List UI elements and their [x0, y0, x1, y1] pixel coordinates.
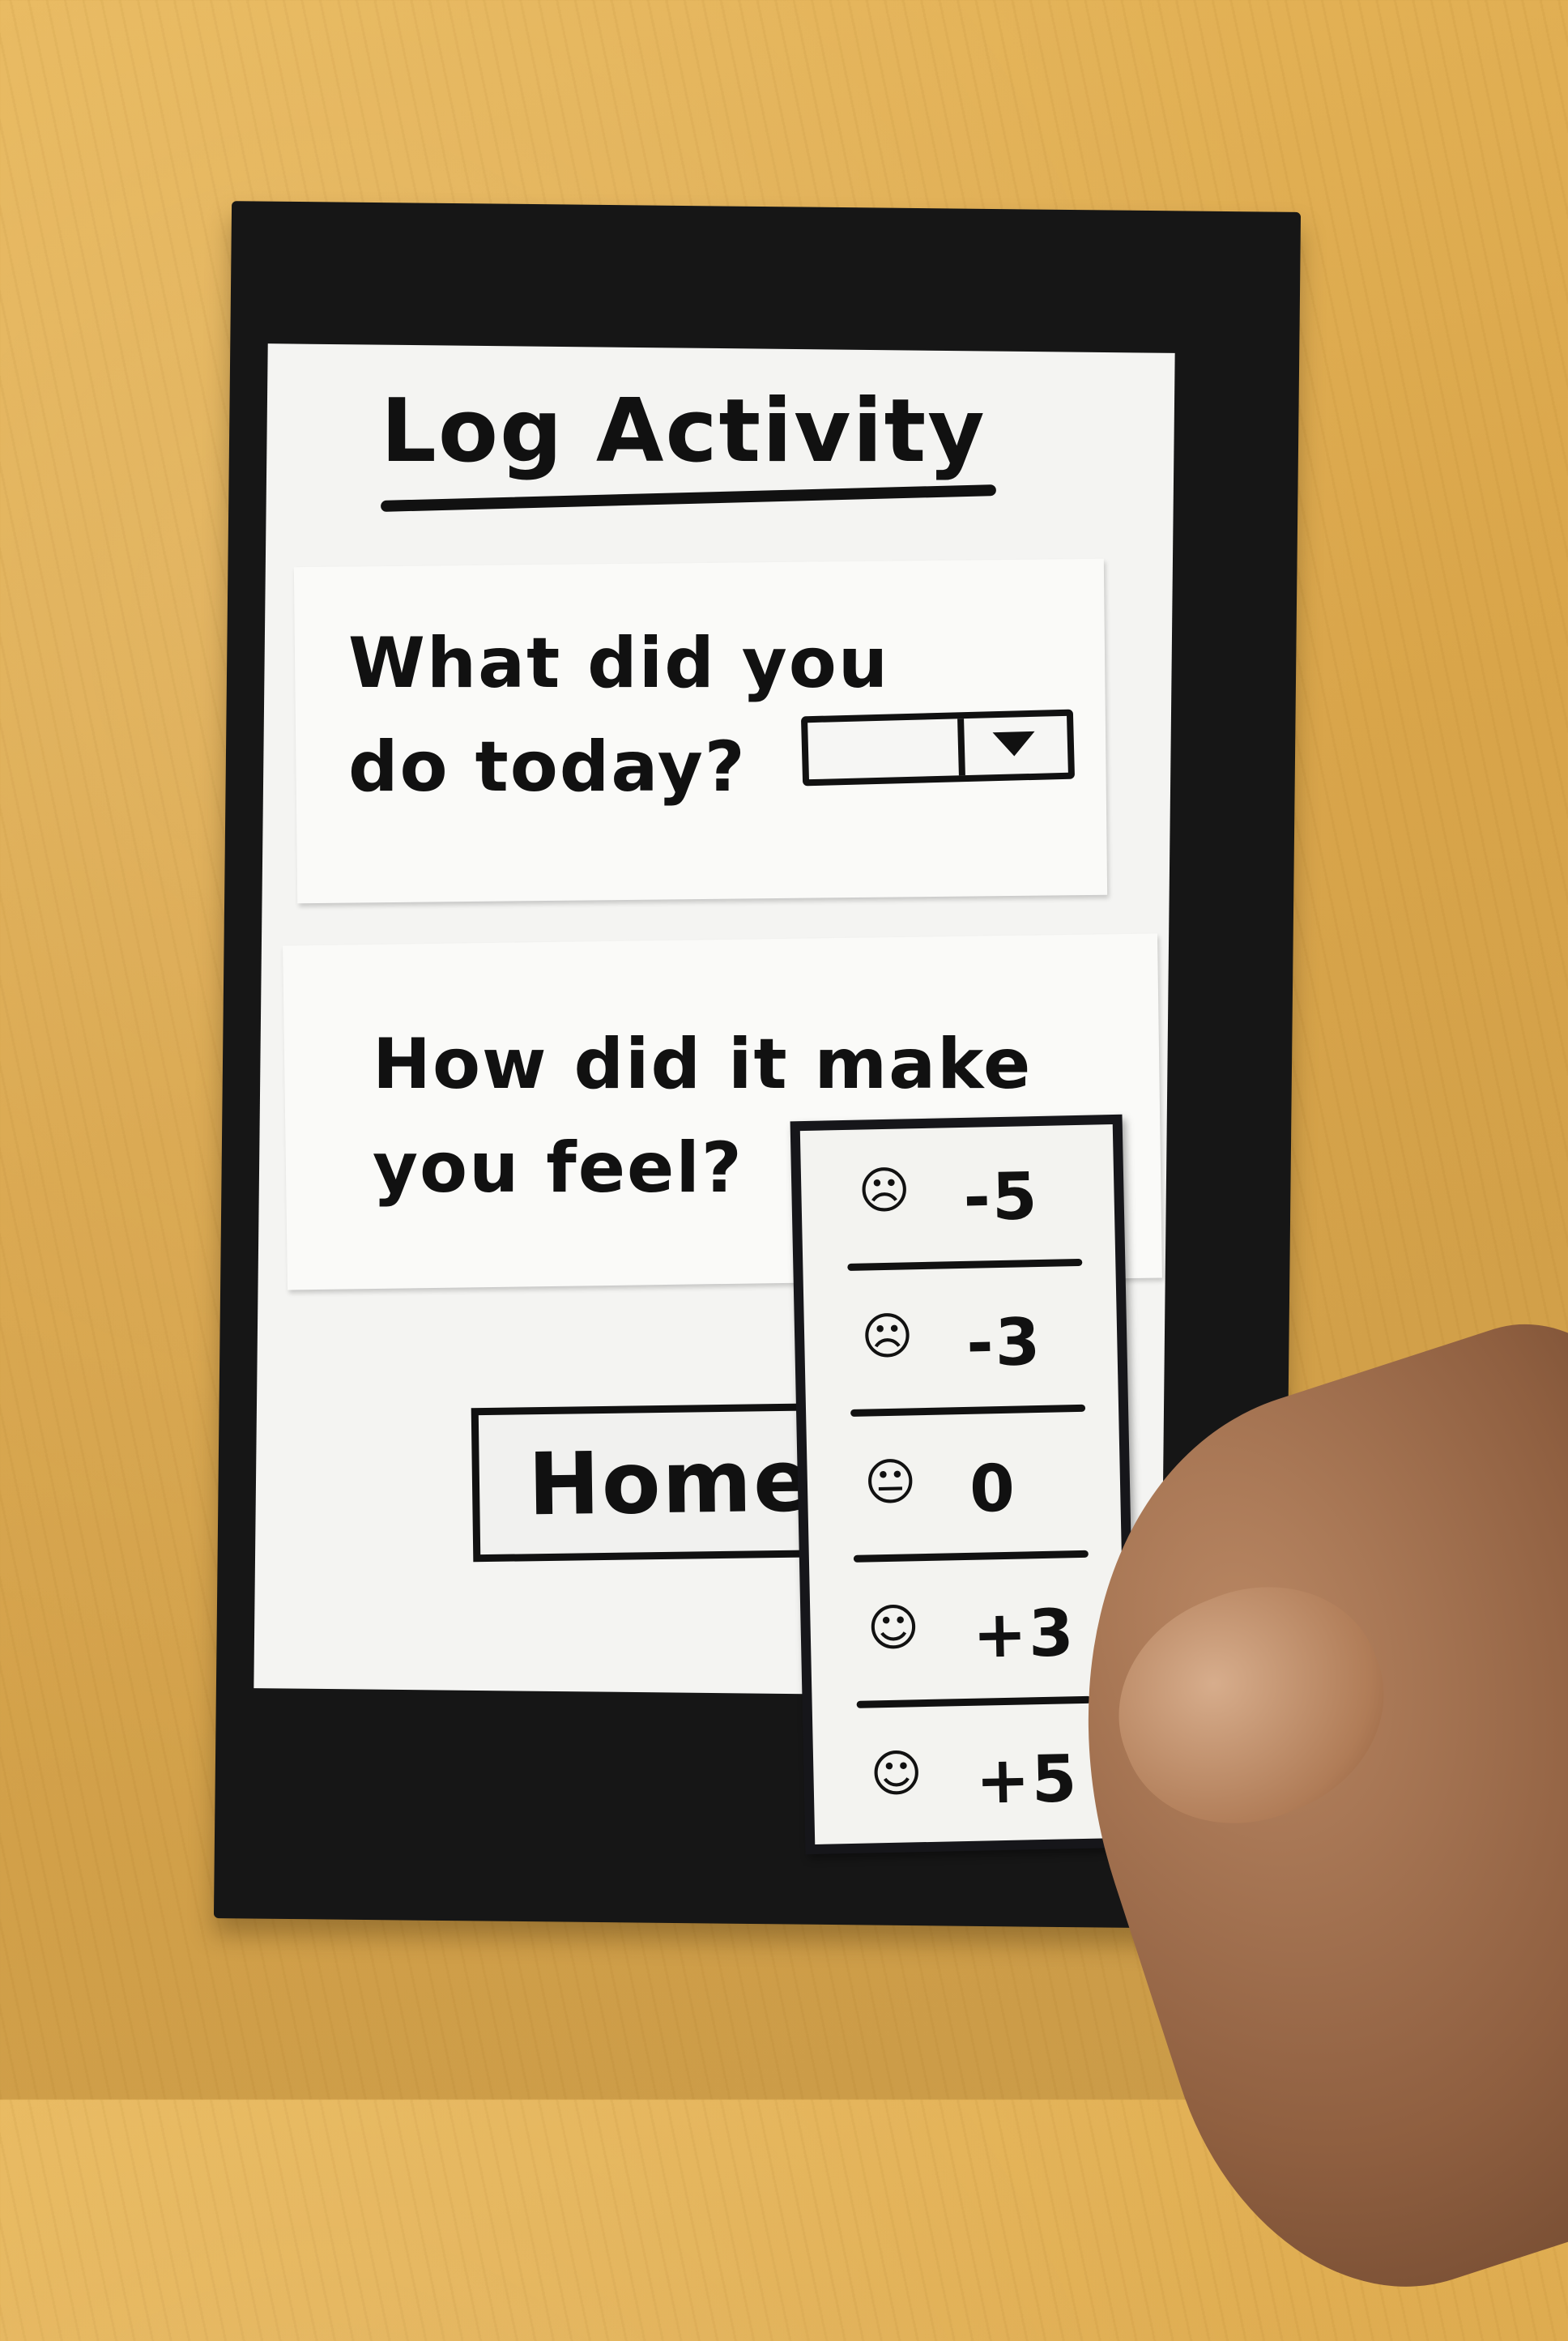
smile-face-icon: ☺	[866, 1597, 922, 1658]
chevron-down-icon[interactable]	[992, 731, 1036, 757]
feel-option-value: +5	[974, 1741, 1080, 1819]
feel-option[interactable]: ☺ +3	[809, 1562, 1125, 1714]
option-divider	[850, 1404, 1086, 1417]
option-divider	[853, 1550, 1089, 1563]
feel-option-value: -3	[965, 1303, 1043, 1381]
home-button-label: Home	[527, 1431, 814, 1535]
feel-option[interactable]: ☹ -3	[803, 1270, 1119, 1422]
feel-dropdown-menu[interactable]: ☹ -5 ☹ -3 😐 0 ☺ +3 ☺ +5	[790, 1114, 1138, 1855]
feel-option-value: +3	[971, 1595, 1076, 1673]
feel-option[interactable]: ☹ -5	[800, 1124, 1116, 1277]
activity-dropdown[interactable]	[800, 709, 1076, 787]
neutral-face-icon: 😐	[863, 1452, 919, 1512]
feel-option-value: 0	[969, 1450, 1017, 1527]
sad-face-icon: ☹	[860, 1306, 916, 1367]
option-divider	[856, 1695, 1092, 1708]
feel-option-value: -5	[962, 1158, 1040, 1235]
dropdown-divider	[957, 719, 965, 776]
page-title: Log Activity	[381, 381, 986, 482]
feel-option[interactable]: ☺ +5	[812, 1708, 1128, 1860]
happy-face-icon: ☺	[869, 1743, 925, 1804]
feel-dropdown-list: ☹ -5 ☹ -3 😐 0 ☺ +3 ☺ +5	[799, 1124, 1128, 1844]
feel-option[interactable]: 😐 0	[806, 1416, 1122, 1568]
option-divider	[847, 1258, 1083, 1271]
sad-face-icon: ☹	[857, 1160, 913, 1221]
